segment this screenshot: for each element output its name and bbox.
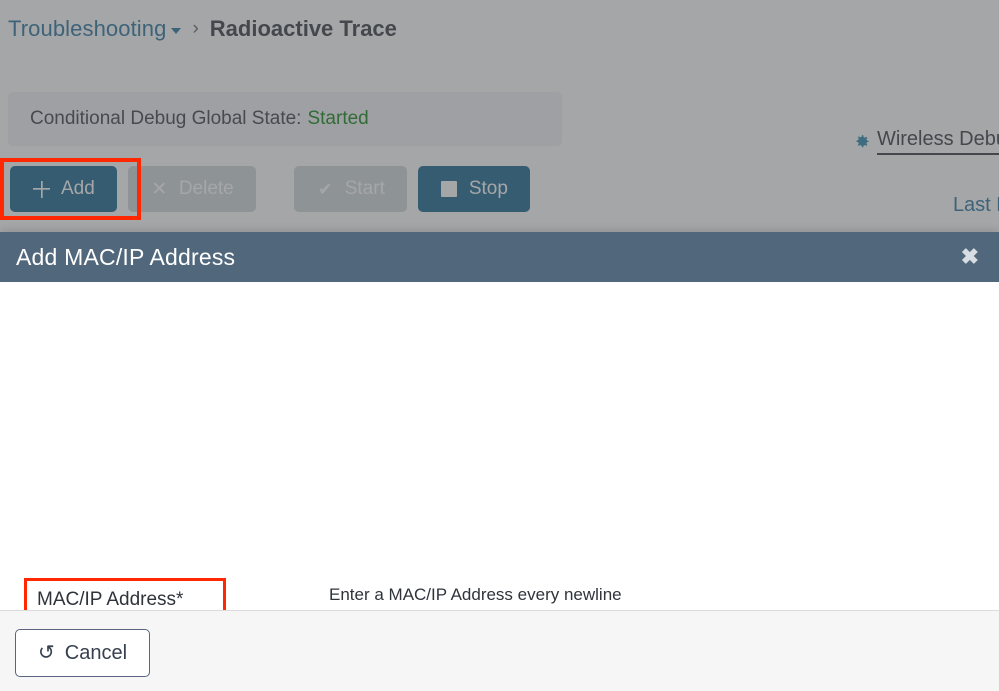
wireless-debug-label: Wireless Debu xyxy=(876,128,999,155)
background-page: Troubleshooting › Radioactive Trace Cond… xyxy=(0,0,999,232)
modal-header: Add MAC/IP Address ✖ xyxy=(0,232,999,282)
mac-ip-field-label: MAC/IP Address* xyxy=(37,589,184,610)
close-icon[interactable]: ✖ xyxy=(961,246,979,268)
check-icon: ✔ xyxy=(318,179,333,199)
stop-square-icon xyxy=(440,180,459,199)
breadcrumb-separator: › xyxy=(192,18,199,39)
wireless-debug-link[interactable]: Wireless Debu xyxy=(852,128,999,155)
stop-button-label: Stop xyxy=(468,178,508,199)
caret-down-icon[interactable] xyxy=(171,28,182,34)
delete-button-label: Delete xyxy=(178,178,234,199)
conditional-debug-state-bar: Conditional Debug Global State: Started xyxy=(8,92,562,146)
modal-body: MAC/IP Address* Enter a MAC/IP Address e… xyxy=(0,282,999,691)
gear-icon xyxy=(856,135,869,148)
page-title: Radioactive Trace xyxy=(209,16,397,41)
conditional-debug-state-label: Conditional Debug Global State: xyxy=(30,108,302,129)
modal-footer: ↻ Cancel Apply to Device xyxy=(0,610,999,691)
conditional-debug-state-value: Started xyxy=(307,108,369,129)
add-button[interactable]: Add xyxy=(10,166,117,212)
undo-icon: ↻ xyxy=(38,642,55,664)
add-button-label: Add xyxy=(61,178,95,199)
stop-button[interactable]: Stop xyxy=(417,166,530,212)
start-button: ✔ Start xyxy=(293,166,407,212)
mac-ip-field-hint: Enter a MAC/IP Address every newline xyxy=(329,585,622,604)
modal-title: Add MAC/IP Address xyxy=(16,243,236,270)
add-mac-ip-modal: Add MAC/IP Address ✖ MAC/IP Address* Ent… xyxy=(0,232,999,691)
last-run-link[interactable]: Last Run xyxy=(953,194,999,217)
cancel-button-label: Cancel xyxy=(64,641,128,664)
breadcrumb-link-troubleshooting[interactable]: Troubleshooting xyxy=(8,16,166,42)
cancel-button[interactable]: ↻ Cancel xyxy=(15,629,151,677)
plus-icon xyxy=(32,180,51,199)
breadcrumb: Troubleshooting › Radioactive Trace xyxy=(8,16,397,42)
delete-button: ✕ Delete xyxy=(127,166,256,212)
screenshot-root: Troubleshooting › Radioactive Trace Cond… xyxy=(0,0,999,691)
start-button-label: Start xyxy=(344,178,385,199)
x-icon: ✕ xyxy=(151,178,168,200)
toolbar: Add ✕ Delete ✔ Start Stop xyxy=(10,166,530,212)
